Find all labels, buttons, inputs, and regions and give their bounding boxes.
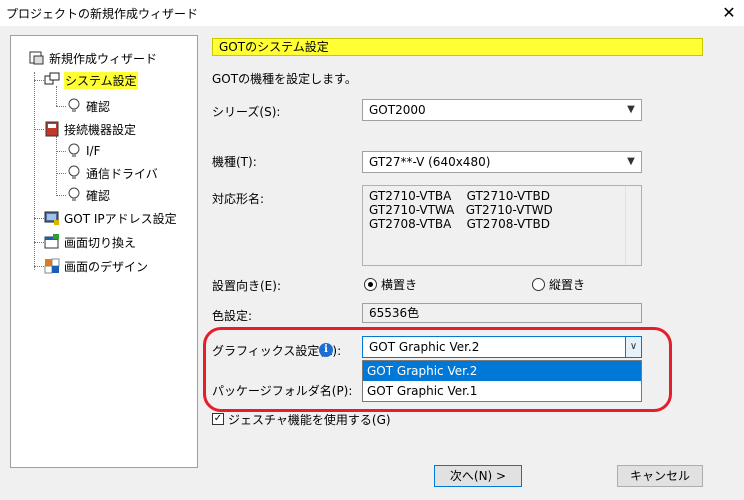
horizontal-radio[interactable]: 横置き: [364, 276, 417, 293]
tree-connector: [56, 151, 66, 152]
tree-item-screen-switch[interactable]: 画面切り換え: [44, 233, 136, 251]
series-value: GOT2000: [369, 103, 426, 117]
tree-connector: [34, 266, 44, 267]
lightbulb-icon: [66, 187, 82, 203]
color-value: 65536色: [362, 303, 642, 323]
tree-item-label: 新規作成ウィザード: [49, 51, 158, 66]
series-select[interactable]: GOT2000 ▼: [362, 99, 642, 121]
tree-item-label: 確認: [86, 99, 111, 114]
wizard-icon: [29, 50, 45, 66]
screen-switch-icon: [44, 234, 60, 250]
vertical-radio[interactable]: 縦置き: [532, 276, 585, 293]
tree-connector: [34, 218, 44, 219]
section-header: GOTのシステム設定: [212, 38, 703, 56]
tree-connector: [56, 195, 66, 196]
tree-item-label: I/F: [86, 144, 101, 158]
tree-item-screen-design[interactable]: 画面のデザイン: [44, 257, 148, 275]
graphics-dropdown-list: GOT Graphic Ver.2 GOT Graphic Ver.1: [362, 360, 642, 402]
tree-item-device-settings[interactable]: 接続機器設定: [44, 120, 136, 138]
tree-connector: [34, 129, 44, 130]
tree-item-system-confirm[interactable]: 確認: [66, 97, 110, 115]
radio-dot: [364, 278, 377, 291]
title-bar: プロジェクトの新規作成ウィザード ✕: [0, 0, 744, 26]
lightbulb-icon: [66, 98, 82, 114]
tree-item-label: GOT IPアドレス設定: [64, 211, 177, 226]
system-icon: [44, 72, 60, 88]
graphics-value: GOT Graphic Ver.2: [369, 340, 480, 354]
tree-connector: [56, 106, 66, 107]
tree-item-driver[interactable]: 通信ドライバ: [66, 164, 158, 182]
tree-item-got-ip[interactable]: GOT IPアドレス設定: [44, 209, 177, 227]
tree-item-device-confirm[interactable]: 確認: [66, 186, 110, 204]
window-title: プロジェクトの新規作成ウィザード: [6, 7, 199, 21]
model-value: GT27**-V (640x480): [369, 155, 491, 169]
chevron-down-icon: ∨: [625, 337, 641, 357]
chevron-down-icon: ▼: [627, 156, 635, 167]
tree-connector: [56, 136, 57, 194]
list-item: GT2710-VTBA GT2710-VTBD: [369, 189, 550, 203]
lightbulb-icon: [66, 165, 82, 181]
tree-item-root[interactable]: 新規作成ウィザード: [29, 49, 157, 67]
package-folder-label: パッケージフォルダ名(P):: [212, 384, 353, 398]
scrollbar[interactable]: [625, 186, 641, 265]
tree-item-label: システム設定: [64, 71, 138, 89]
tree-item-if[interactable]: I/F: [66, 142, 100, 160]
tree-item-label: 画面のデザイン: [64, 259, 149, 274]
gesture-checkbox[interactable]: ✓: [212, 413, 224, 425]
description-text: GOTの機種を設定します。: [212, 72, 357, 86]
chevron-down-icon: ▼: [627, 104, 635, 115]
radio-dot: [532, 278, 545, 291]
tree-item-label: 通信ドライバ: [86, 166, 158, 181]
gesture-label: ジェスチャ機能を使用する(G): [228, 413, 391, 427]
model-select[interactable]: GT27**-V (640x480) ▼: [362, 151, 642, 173]
screen-design-icon: [44, 258, 60, 274]
color-label: 色設定:: [212, 309, 253, 323]
vertical-label: 縦置き: [549, 278, 586, 292]
supported-label: 対応形名:: [212, 192, 265, 206]
graphics-select[interactable]: GOT Graphic Ver.2 ∨: [362, 336, 642, 358]
horizontal-label: 横置き: [381, 278, 418, 292]
tree-connector: [34, 242, 44, 243]
network-monitor-icon: [44, 210, 60, 226]
tree-item-system-settings[interactable]: システム設定: [44, 71, 138, 89]
lightbulb-icon: [66, 143, 82, 159]
tree-item-label: 確認: [86, 188, 111, 203]
tree-connector: [56, 86, 57, 106]
tree-item-label: 接続機器設定: [64, 122, 137, 137]
cancel-button[interactable]: キャンセル: [617, 465, 703, 487]
wizard-step-tree: 新規作成ウィザード システム設定 確認 接続機器設定 I/F 通信ドライバ 確認…: [10, 35, 198, 468]
next-button[interactable]: 次へ(N) >: [434, 465, 522, 487]
supported-models-list[interactable]: GT2710-VTBA GT2710-VTBD GT2710-VTWA GT27…: [362, 185, 642, 266]
list-item: GT2708-VTBA GT2708-VTBD: [369, 217, 550, 231]
tree-connector: [56, 173, 66, 174]
series-label: シリーズ(S):: [212, 105, 281, 119]
close-icon[interactable]: ✕: [714, 0, 744, 26]
list-item: GT2710-VTWA GT2710-VTWD: [369, 203, 553, 217]
dropdown-option[interactable]: GOT Graphic Ver.1: [363, 381, 641, 401]
tree-connector: [34, 72, 35, 270]
device-icon: [44, 121, 60, 137]
tree-connector: [34, 80, 44, 81]
orientation-label: 設置向き(E):: [212, 279, 281, 293]
tree-item-label: 画面切り換え: [64, 235, 137, 250]
info-icon[interactable]: i: [319, 343, 333, 357]
model-label: 機種(T):: [212, 155, 257, 169]
dropdown-option[interactable]: GOT Graphic Ver.2: [363, 361, 641, 381]
